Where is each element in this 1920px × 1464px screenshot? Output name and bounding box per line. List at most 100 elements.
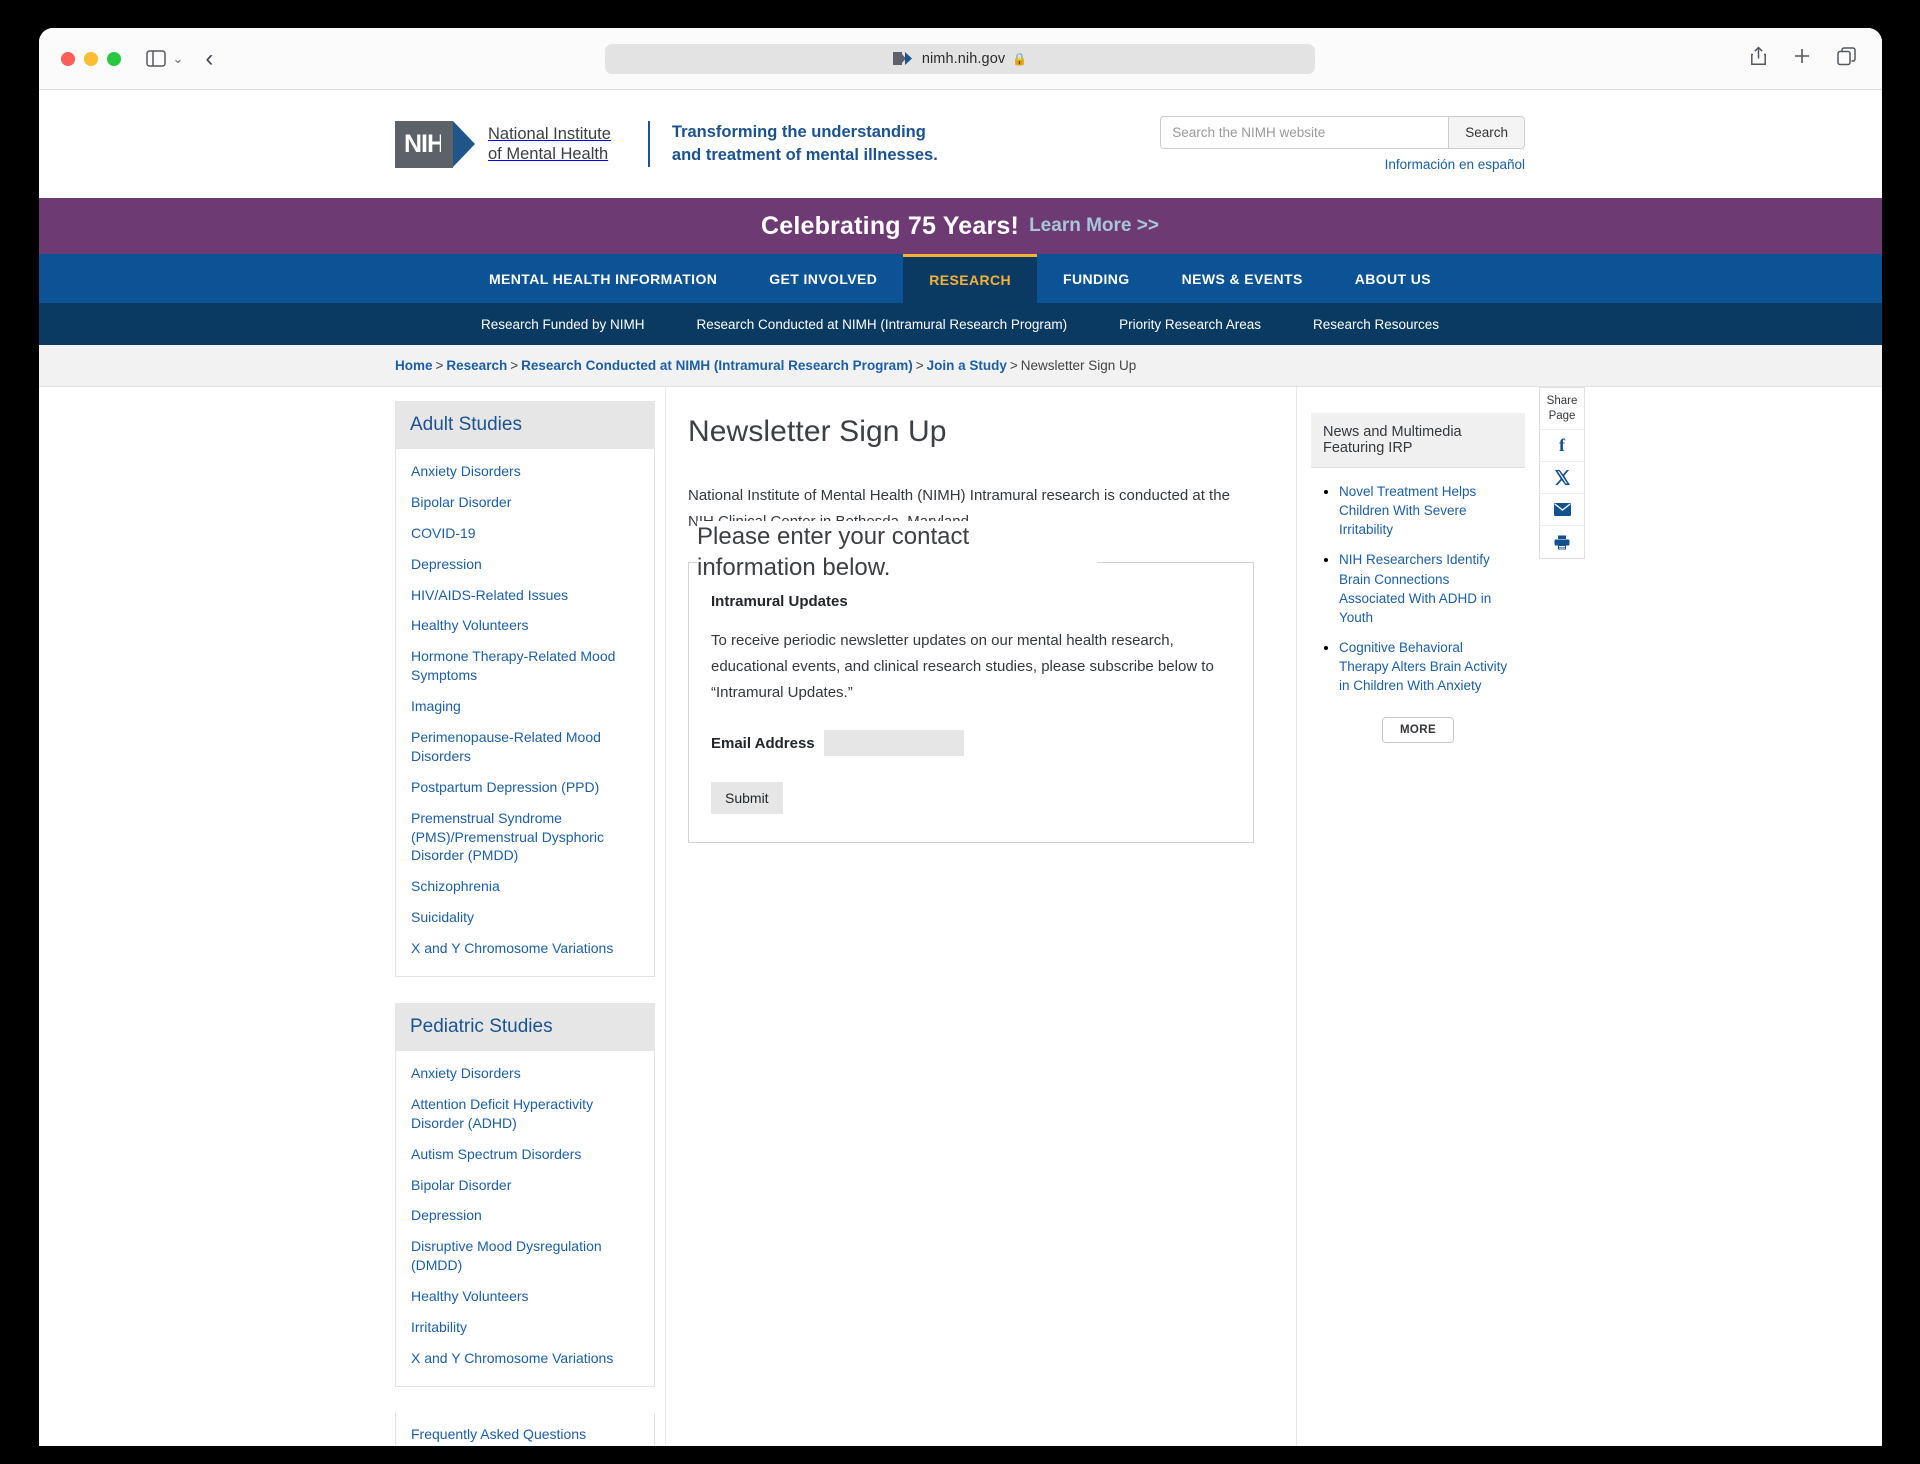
email-icon[interactable] bbox=[1540, 494, 1584, 527]
secondary-navigation: Research Funded by NIMH Research Conduct… bbox=[38, 303, 1882, 345]
sidebar-item-postpartum-depression[interactable]: Postpartum Depression (PPD) bbox=[411, 772, 639, 803]
breadcrumb-research-conducted[interactable]: Research Conducted at NIMH (Intramural R… bbox=[521, 358, 913, 373]
breadcrumb-separator: > bbox=[1009, 358, 1018, 373]
lock-icon: 🔒 bbox=[1012, 51, 1028, 66]
breadcrumb-join-a-study[interactable]: Join a Study bbox=[927, 358, 1007, 373]
sidebar-gap-2 bbox=[395, 1387, 655, 1413]
subnav-priority-research-areas[interactable]: Priority Research Areas bbox=[1093, 317, 1287, 332]
intramural-updates-title: Intramural Updates bbox=[711, 592, 848, 610]
breadcrumb: Home > Research > Research Conducted at NIMH… bbox=[395, 358, 1525, 373]
sidebar-ped-anxiety-disorders[interactable]: Anxiety Disorders bbox=[411, 1058, 639, 1089]
news-more-button[interactable]: MORE bbox=[1381, 716, 1455, 743]
adult-studies-heading: Adult Studies bbox=[395, 401, 655, 449]
sidebar-ped-irritability[interactable]: Irritability bbox=[411, 1312, 639, 1343]
nav-funding[interactable]: FUNDING bbox=[1037, 254, 1156, 303]
sidebar-ped-depression[interactable]: Depression bbox=[411, 1200, 639, 1231]
print-icon[interactable] bbox=[1540, 526, 1584, 558]
email-label: Email Address bbox=[711, 734, 815, 752]
breadcrumb-home[interactable]: Home bbox=[395, 358, 433, 373]
nav-about-us[interactable]: ABOUT US bbox=[1329, 254, 1457, 303]
sidebar-item-faq[interactable]: Frequently Asked Questions bbox=[396, 1413, 654, 1446]
browser-window: ⌄ ‹ nimh.nih.gov 🔒 NIH National Institut… bbox=[38, 28, 1882, 1446]
breadcrumb-separator: > bbox=[510, 358, 519, 373]
close-window-button[interactable] bbox=[60, 51, 75, 66]
breadcrumb-research[interactable]: Research bbox=[446, 358, 507, 373]
submit-button[interactable]: Submit bbox=[711, 782, 783, 815]
sidebar-item-bipolar-disorder[interactable]: Bipolar Disorder bbox=[411, 487, 639, 518]
sidebar-item-hiv-aids[interactable]: HIV/AIDS-Related Issues bbox=[411, 580, 639, 611]
sidebar-item-schizophrenia[interactable]: Schizophrenia bbox=[411, 871, 639, 902]
anniversary-banner: Celebrating 75 Years! Learn More >> bbox=[38, 198, 1882, 254]
sidebar-item-healthy-volunteers[interactable]: Healthy Volunteers bbox=[411, 610, 639, 641]
sidebar-item-perimenopause[interactable]: Perimenopause-Related Mood Disorders bbox=[411, 722, 639, 772]
search-input[interactable] bbox=[1160, 116, 1449, 149]
sidebar-item-pms-pmdd[interactable]: Premenstrual Syndrome (PMS)/Premenstrual… bbox=[411, 803, 639, 872]
chevron-down-icon[interactable]: ⌄ bbox=[173, 51, 184, 67]
nih-logo-name: National Institute of Mental Health bbox=[488, 124, 611, 165]
breadcrumb-current: Newsletter Sign Up bbox=[1020, 358, 1137, 373]
news-heading: News and Multimedia Featuring IRP bbox=[1311, 413, 1525, 468]
x-twitter-icon[interactable] bbox=[1540, 462, 1584, 495]
news-link-novel-treatment[interactable]: Novel Treatment Helps Children With Seve… bbox=[1339, 484, 1476, 537]
sidebar-item-anxiety-disorders[interactable]: Anxiety Disorders bbox=[411, 456, 639, 487]
news-link-adhd-brain-connections[interactable]: NIH Researchers Identify Brain Connectio… bbox=[1339, 552, 1491, 624]
desktop-background: ⌄ ‹ nimh.nih.gov 🔒 NIH National Institut… bbox=[0, 0, 1920, 1464]
right-sidebar: News and Multimedia Featuring IRP Novel … bbox=[1297, 387, 1525, 1446]
nih-logo-icon: NIH bbox=[395, 120, 475, 168]
banner-learn-more-link[interactable]: Learn More >> bbox=[1029, 215, 1159, 237]
breadcrumb-separator: > bbox=[915, 358, 924, 373]
adult-studies-list: Anxiety Disorders Bipolar Disorder COVID… bbox=[395, 449, 655, 978]
sidebar-item-depression[interactable]: Depression bbox=[411, 549, 639, 580]
left-sidebar: Adult Studies Anxiety Disorders Bipolar … bbox=[395, 387, 655, 1446]
subnav-research-resources[interactable]: Research Resources bbox=[1287, 317, 1465, 332]
share-page-widget: Share Page f bbox=[1539, 387, 1585, 560]
window-controls[interactable] bbox=[60, 51, 121, 66]
sidebar-ped-autism[interactable]: Autism Spectrum Disorders bbox=[411, 1139, 639, 1170]
news-link-cbt-anxiety[interactable]: Cognitive Behavioral Therapy Alters Brai… bbox=[1339, 640, 1507, 693]
sidebar-item-imaging[interactable]: Imaging bbox=[411, 691, 639, 722]
sidebar-item-suicidality[interactable]: Suicidality bbox=[411, 902, 639, 933]
maximize-window-button[interactable] bbox=[106, 51, 121, 66]
nav-news-events[interactable]: NEWS & EVENTS bbox=[1156, 254, 1329, 303]
back-arrow-icon[interactable]: ‹ bbox=[205, 45, 213, 73]
sidebar-ped-x-y-chromosome[interactable]: X and Y Chromosome Variations bbox=[411, 1343, 639, 1374]
plus-icon[interactable] bbox=[1793, 47, 1811, 70]
subnav-research-conducted-at-nimh[interactable]: Research Conducted at NIMH (Intramural R… bbox=[671, 317, 1094, 332]
sidebar-toggle-icon[interactable] bbox=[143, 46, 169, 72]
nimh-logo[interactable]: NIH National Institute of Mental Health bbox=[395, 120, 611, 168]
site-favicon-icon bbox=[892, 52, 915, 65]
site-header: NIH National Institute of Mental Health … bbox=[38, 90, 1882, 198]
sidebar-item-x-y-chromosome[interactable]: X and Y Chromosome Variations bbox=[411, 933, 639, 964]
nav-research[interactable]: RESEARCH bbox=[903, 254, 1038, 303]
sidebar-ped-adhd[interactable]: Attention Deficit Hyperactivity Disorder… bbox=[411, 1089, 639, 1139]
minimize-window-button[interactable] bbox=[83, 51, 98, 66]
address-bar[interactable]: nimh.nih.gov 🔒 bbox=[605, 43, 1315, 74]
share-page-title: Share Page bbox=[1540, 388, 1584, 431]
email-input[interactable] bbox=[823, 730, 964, 757]
banner-title: Celebrating 75 Years! bbox=[761, 211, 1020, 240]
site-tagline: Transforming the understanding and treat… bbox=[647, 120, 938, 168]
sidebar-ped-healthy-volunteers[interactable]: Healthy Volunteers bbox=[411, 1281, 639, 1312]
facebook-icon[interactable]: f bbox=[1540, 430, 1584, 463]
tagline-line1: Transforming the understanding bbox=[671, 122, 926, 141]
page-content: Adult Studies Anxiety Disorders Bipolar … bbox=[395, 387, 1585, 1446]
main-column: Newsletter Sign Up National Institute of… bbox=[665, 387, 1297, 1446]
nav-get-involved[interactable]: GET INVOLVED bbox=[743, 254, 903, 303]
share-icon[interactable] bbox=[1750, 46, 1767, 71]
email-field-row: Email Address bbox=[711, 730, 1231, 757]
sidebar-item-hormone-therapy[interactable]: Hormone Therapy-Related Mood Symptoms bbox=[411, 641, 639, 691]
url-text: nimh.nih.gov bbox=[921, 50, 1006, 67]
tabs-overview-icon[interactable] bbox=[1836, 46, 1856, 71]
search-button[interactable]: Search bbox=[1448, 116, 1525, 149]
browser-toolbar: ⌄ ‹ nimh.nih.gov 🔒 bbox=[38, 28, 1882, 90]
nih-logo-name-line1: National Institute bbox=[488, 124, 611, 143]
nav-mental-health-information[interactable]: MENTAL HEALTH INFORMATION bbox=[463, 254, 743, 303]
sidebar-item-covid-19[interactable]: COVID-19 bbox=[411, 518, 639, 549]
sidebar-ped-bipolar-disorder[interactable]: Bipolar Disorder bbox=[411, 1170, 639, 1201]
news-item: Cognitive Behavioral Therapy Alters Brai… bbox=[1339, 638, 1513, 695]
espanol-link[interactable]: Información en español bbox=[1160, 157, 1525, 172]
intramural-updates-description: To receive periodic newsletter updates o… bbox=[711, 631, 1214, 702]
sidebar-ped-dmdd[interactable]: Disruptive Mood Dysregulation (DMDD) bbox=[411, 1231, 639, 1281]
subnav-research-funded-by-nimh[interactable]: Research Funded by NIMH bbox=[455, 317, 671, 332]
